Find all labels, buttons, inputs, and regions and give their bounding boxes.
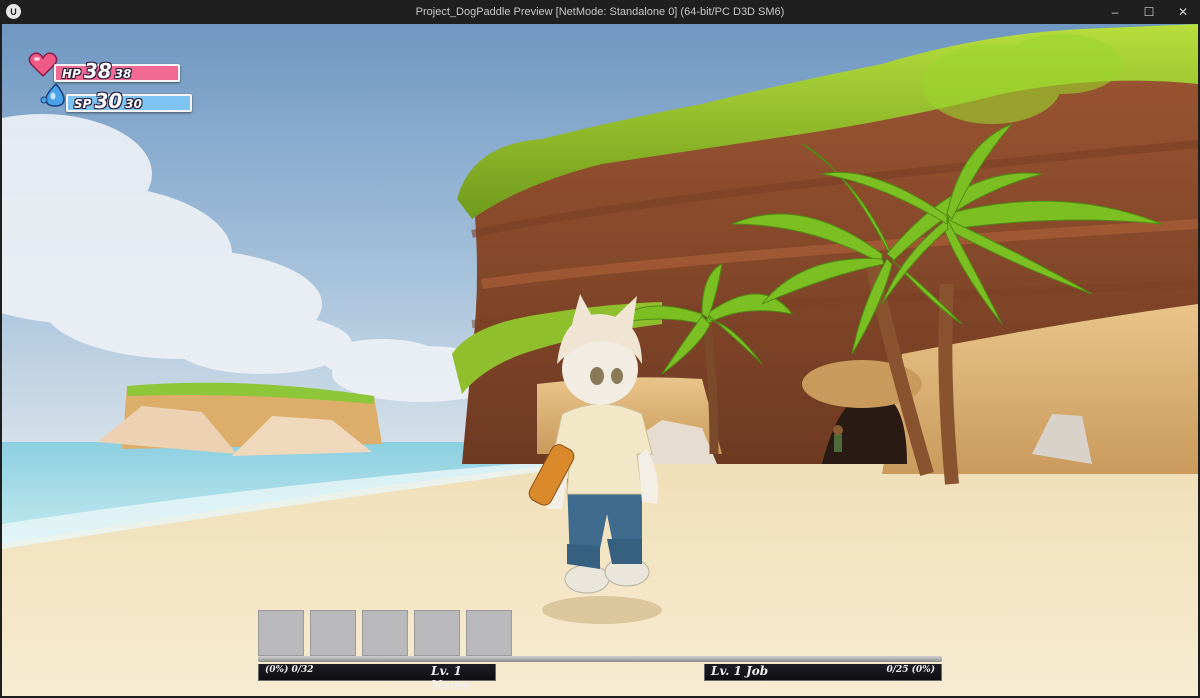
npc-figure: [833, 425, 843, 452]
small-island: [97, 382, 382, 456]
beach-scene: [2, 24, 1198, 696]
hotbar-slot-1[interactable]: [258, 610, 304, 656]
unreal-logo-icon: U: [6, 4, 21, 19]
hotbar-slot-2[interactable]: [310, 610, 356, 656]
sp-current: 30: [94, 89, 123, 113]
hp-label: HP 38 38: [62, 59, 131, 83]
hotbar-slot-3[interactable]: [362, 610, 408, 656]
hp-key: HP: [62, 67, 81, 81]
experience-track: [258, 656, 942, 662]
base-level-name: Lv. 1 Name: [431, 664, 471, 692]
job-level: Lv. 1 Job: [711, 664, 769, 678]
hotbar-slot-4[interactable]: [414, 610, 460, 656]
close-button[interactable]: ✕: [1166, 0, 1200, 24]
hp-max: 38: [114, 67, 132, 81]
game-viewport[interactable]: HP 38 38 SP 30 30 (0%) 0/32 Lv. 1 Name L…: [2, 24, 1198, 696]
sp-label: SP 30 30: [74, 89, 142, 113]
minimize-button[interactable]: –: [1098, 0, 1132, 24]
job-exp-panel: Lv. 1 Job 0/25 (0%): [704, 664, 942, 681]
job-exp-percent: 0/25 (0%): [886, 665, 935, 675]
window-title-bar: U Project_DogPaddle Preview [NetMode: St…: [0, 0, 1200, 24]
hotbar-slot-5[interactable]: [466, 610, 512, 656]
hotbar: [258, 610, 512, 656]
maximize-button[interactable]: ☐: [1132, 0, 1166, 24]
hp-current: 38: [83, 59, 112, 83]
window-title: Project_DogPaddle Preview [NetMode: Stan…: [415, 6, 785, 18]
sp-key: SP: [74, 97, 92, 111]
sp-max: 30: [125, 97, 142, 111]
base-exp-percent: (0%) 0/32: [265, 665, 314, 675]
base-exp-panel: (0%) 0/32 Lv. 1 Name: [258, 664, 496, 692]
window-controls: – ☐ ✕: [1098, 0, 1200, 24]
